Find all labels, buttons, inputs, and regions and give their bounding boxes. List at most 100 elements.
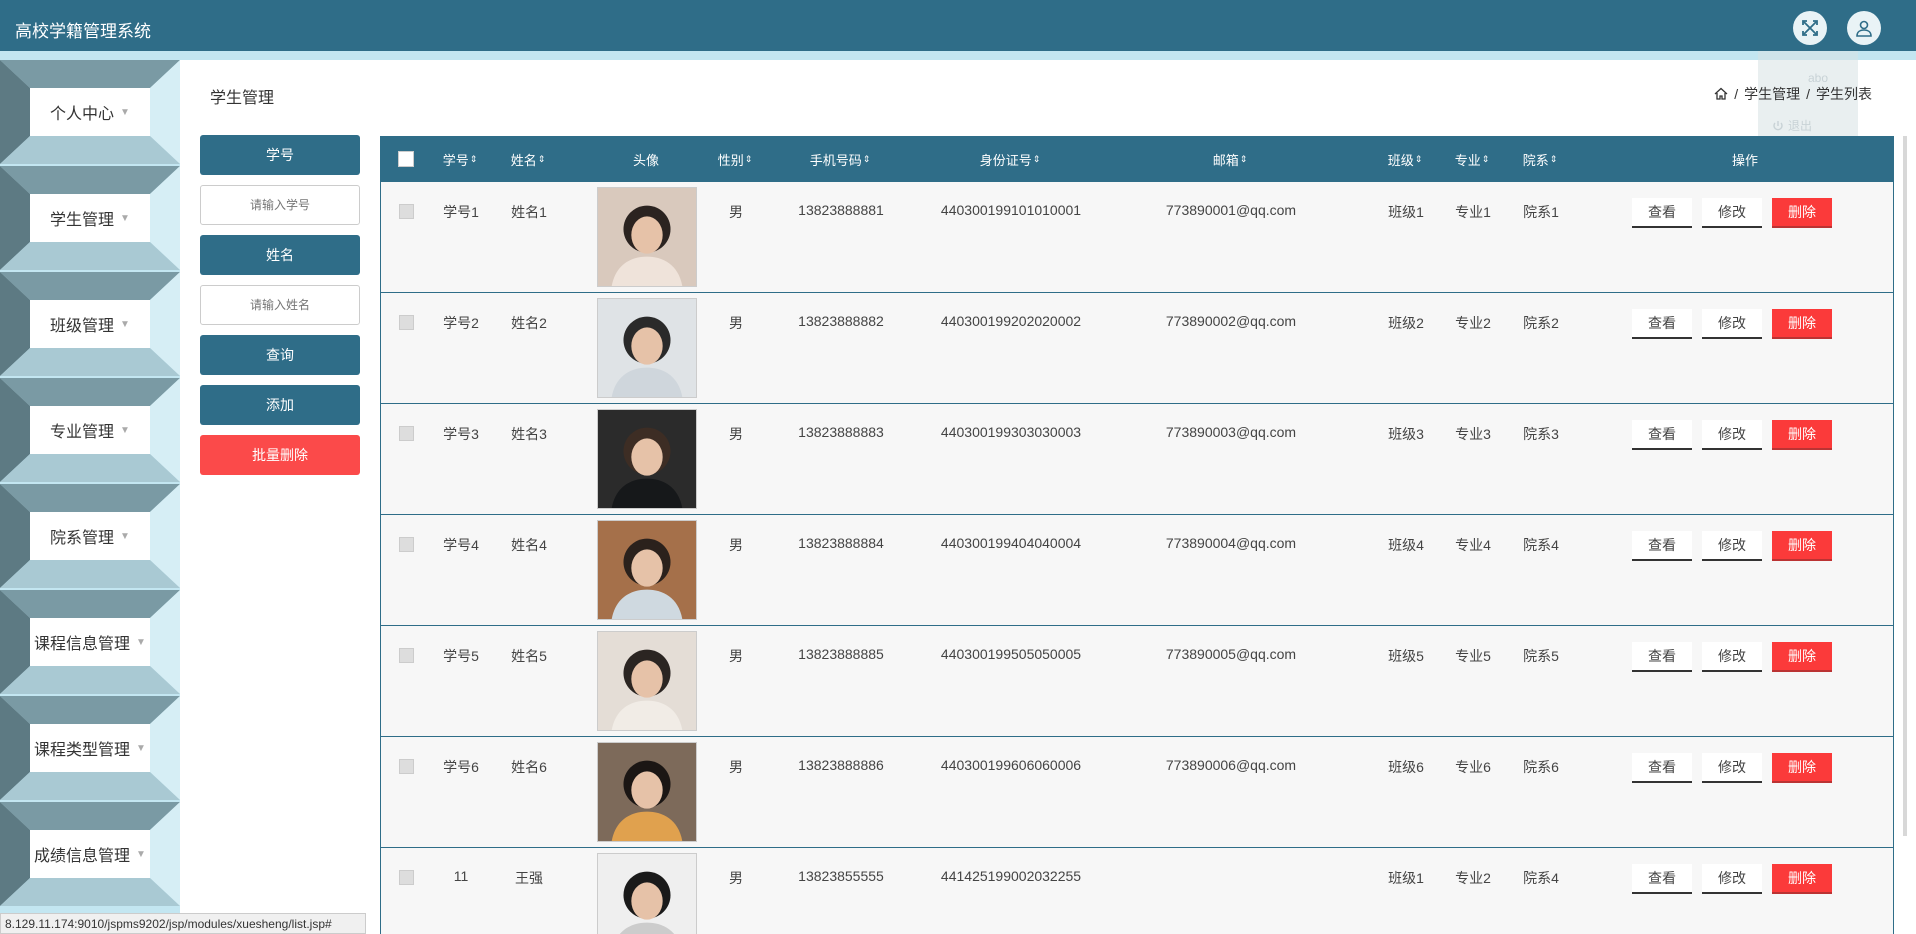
- sidebar-button[interactable]: 课程类型管理 ▼: [30, 724, 150, 772]
- power-icon: [1773, 120, 1783, 130]
- view-button[interactable]: 查看: [1632, 420, 1692, 450]
- cell-phone: 13823888883: [798, 424, 884, 440]
- col-header-major[interactable]: 专业 ⇕: [1447, 136, 1497, 182]
- sidebar-button[interactable]: 学生管理 ▼: [30, 194, 150, 242]
- cell-gender: 男: [729, 759, 743, 775]
- logout-item[interactable]: 退出: [1772, 117, 1812, 134]
- view-button[interactable]: 查看: [1632, 642, 1692, 672]
- row-checkbox[interactable]: [399, 648, 414, 663]
- col-header-email[interactable]: 邮箱 ⇕: [1200, 136, 1260, 182]
- col-header-phone[interactable]: 手机号码 ⇕: [790, 136, 890, 182]
- edit-button[interactable]: 修改: [1702, 531, 1762, 561]
- sidebar-item-personal-center[interactable]: 个人中心 ▼: [0, 60, 180, 166]
- avatar: [597, 853, 697, 934]
- cell-phone: 13823855555: [798, 868, 884, 884]
- query-button[interactable]: 查询: [200, 335, 360, 375]
- col-header-gender[interactable]: 性别 ⇕: [710, 136, 760, 182]
- table-row: 学号3 姓名3 男 13823888883 440300199303030003 7738…: [380, 404, 1894, 515]
- fullscreen-icon: [1802, 20, 1818, 36]
- cell-email: 773890005@qq.com: [1165, 646, 1297, 662]
- app-title: 高校学籍管理系统: [15, 22, 151, 41]
- add-button[interactable]: 添加: [200, 385, 360, 425]
- edit-button[interactable]: 修改: [1702, 642, 1762, 672]
- cell-major: 专业1: [1455, 204, 1491, 220]
- batch-delete-button[interactable]: 批量删除: [200, 435, 360, 475]
- cell-phone: 13823888885: [798, 646, 884, 662]
- col-header-avatar: 头像: [632, 152, 659, 168]
- sidebar-button[interactable]: 院系管理 ▼: [30, 512, 150, 560]
- delete-button[interactable]: 删除: [1772, 420, 1832, 450]
- home-icon[interactable]: [1714, 87, 1728, 101]
- col-header-name[interactable]: 姓名 ⇕: [503, 136, 553, 182]
- delete-button[interactable]: 删除: [1772, 198, 1832, 228]
- view-button[interactable]: 查看: [1632, 531, 1692, 561]
- edit-button[interactable]: 修改: [1702, 753, 1762, 783]
- vertical-scrollbar[interactable]: [1900, 136, 1910, 836]
- sidebar-item-grade-info[interactable]: 成绩信息管理 ▼: [0, 802, 180, 908]
- avatar: [597, 631, 697, 731]
- row-checkbox[interactable]: [399, 537, 414, 552]
- view-button[interactable]: 查看: [1632, 198, 1692, 228]
- sort-icon: ⇕: [537, 153, 546, 164]
- view-button[interactable]: 查看: [1632, 309, 1692, 339]
- breadcrumb-item-student-manage[interactable]: 学生管理: [1744, 84, 1800, 104]
- row-checkbox[interactable]: [399, 870, 414, 885]
- sidebar-button[interactable]: 课程信息管理 ▼: [30, 618, 150, 666]
- sidebar-item-course-info[interactable]: 课程信息管理 ▼: [0, 590, 180, 696]
- sidebar-button[interactable]: 专业管理 ▼: [30, 406, 150, 454]
- cell-class: 班级6: [1388, 759, 1424, 775]
- caret-down-icon: ▼: [136, 742, 146, 754]
- sort-icon: ⇕: [1549, 153, 1558, 164]
- avatar: [597, 520, 697, 620]
- cell-no: 学号4: [443, 537, 479, 553]
- sidebar-item-major[interactable]: 专业管理 ▼: [0, 378, 180, 484]
- cell-dept: 院系4: [1523, 870, 1559, 886]
- delete-button[interactable]: 删除: [1772, 864, 1832, 894]
- col-header-class[interactable]: 班级 ⇕: [1380, 136, 1430, 182]
- sidebar-button[interactable]: 班级管理 ▼: [30, 300, 150, 348]
- row-checkbox[interactable]: [399, 759, 414, 774]
- cell-class: 班级1: [1388, 870, 1424, 886]
- delete-button[interactable]: 删除: [1772, 309, 1832, 339]
- row-checkbox[interactable]: [399, 426, 414, 441]
- delete-button[interactable]: 删除: [1772, 753, 1832, 783]
- sidebar-button[interactable]: 个人中心 ▼: [30, 88, 150, 136]
- avatar: [597, 187, 697, 287]
- col-header-actions: 操作: [1731, 152, 1758, 168]
- delete-button[interactable]: 删除: [1772, 642, 1832, 672]
- user-button[interactable]: [1847, 11, 1881, 45]
- sidebar-item-department[interactable]: 院系管理 ▼: [0, 484, 180, 590]
- avatar: [597, 742, 697, 842]
- table-row: 学号2 姓名2 男 13823888882 440300199202020002 7738…: [380, 293, 1894, 404]
- view-button[interactable]: 查看: [1632, 864, 1692, 894]
- name-input[interactable]: [200, 285, 360, 325]
- logout-label: 退出: [1788, 119, 1813, 133]
- cell-no: 学号6: [443, 759, 479, 775]
- row-checkbox[interactable]: [399, 315, 414, 330]
- cell-gender: 男: [729, 315, 743, 331]
- caret-down-icon: ▼: [120, 106, 130, 118]
- edit-button[interactable]: 修改: [1702, 864, 1762, 894]
- select-all-checkbox[interactable]: [396, 136, 416, 182]
- cell-name: 王强: [515, 870, 543, 886]
- view-button[interactable]: 查看: [1632, 753, 1692, 783]
- fullscreen-button[interactable]: [1793, 11, 1827, 45]
- cell-gender: 男: [729, 204, 743, 220]
- sidebar-item-course-type[interactable]: 课程类型管理 ▼: [0, 696, 180, 802]
- cell-gender: 男: [729, 537, 743, 553]
- delete-button[interactable]: 删除: [1772, 531, 1832, 561]
- edit-button[interactable]: 修改: [1702, 198, 1762, 228]
- caret-down-icon: ▼: [120, 212, 130, 224]
- col-header-no[interactable]: 学号 ⇕: [435, 136, 485, 182]
- row-checkbox[interactable]: [399, 204, 414, 219]
- col-header-dept[interactable]: 院系 ⇕: [1515, 136, 1565, 182]
- sort-icon: ⇕: [1414, 153, 1423, 164]
- sidebar-button[interactable]: 成绩信息管理 ▼: [30, 830, 150, 878]
- student-no-input[interactable]: [200, 185, 360, 225]
- col-header-idcard[interactable]: 身份证号 ⇕: [960, 136, 1060, 182]
- sidebar-item-student[interactable]: 学生管理 ▼: [0, 166, 180, 272]
- sidebar-item-class[interactable]: 班级管理 ▼: [0, 272, 180, 378]
- cell-class: 班级5: [1388, 648, 1424, 664]
- edit-button[interactable]: 修改: [1702, 420, 1762, 450]
- edit-button[interactable]: 修改: [1702, 309, 1762, 339]
